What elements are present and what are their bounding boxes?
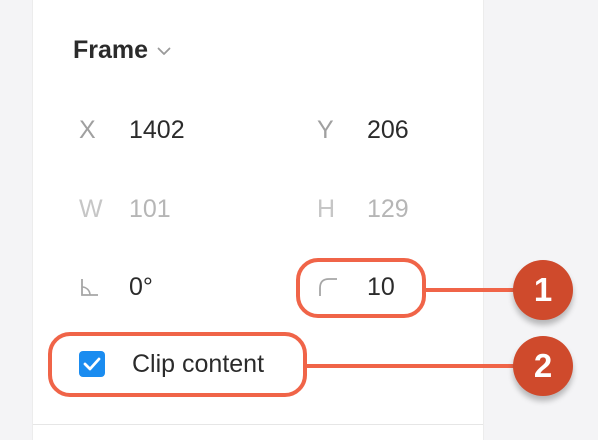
frame-section-header[interactable]: Frame bbox=[73, 30, 171, 70]
w-label: W bbox=[79, 194, 103, 223]
rotation-field[interactable]: 0° bbox=[79, 263, 279, 311]
y-label: Y bbox=[317, 115, 334, 144]
w-value[interactable]: 101 bbox=[129, 195, 171, 224]
callout-outline-2 bbox=[48, 332, 307, 397]
x-label: X bbox=[79, 115, 96, 144]
width-field[interactable]: W 101 bbox=[79, 185, 279, 233]
h-value[interactable]: 129 bbox=[367, 195, 409, 224]
y-position-field[interactable]: Y 206 bbox=[317, 106, 467, 154]
chevron-down-icon bbox=[157, 47, 171, 56]
frame-section-title: Frame bbox=[73, 35, 149, 64]
x-value[interactable]: 1402 bbox=[129, 116, 185, 145]
rotation-angle-icon bbox=[79, 276, 129, 298]
x-position-field[interactable]: X 1402 bbox=[79, 106, 279, 154]
callout-connector-1 bbox=[426, 288, 516, 292]
y-value[interactable]: 206 bbox=[367, 116, 409, 145]
h-label: H bbox=[317, 194, 336, 223]
rotation-value[interactable]: 0° bbox=[129, 273, 153, 302]
section-divider bbox=[33, 424, 483, 425]
callout-outline-1 bbox=[296, 258, 426, 318]
annotation-badge-1: 1 bbox=[513, 260, 573, 320]
callout-connector-2 bbox=[307, 364, 516, 368]
height-field[interactable]: H 129 bbox=[317, 185, 467, 233]
annotation-badge-2: 2 bbox=[513, 336, 573, 396]
